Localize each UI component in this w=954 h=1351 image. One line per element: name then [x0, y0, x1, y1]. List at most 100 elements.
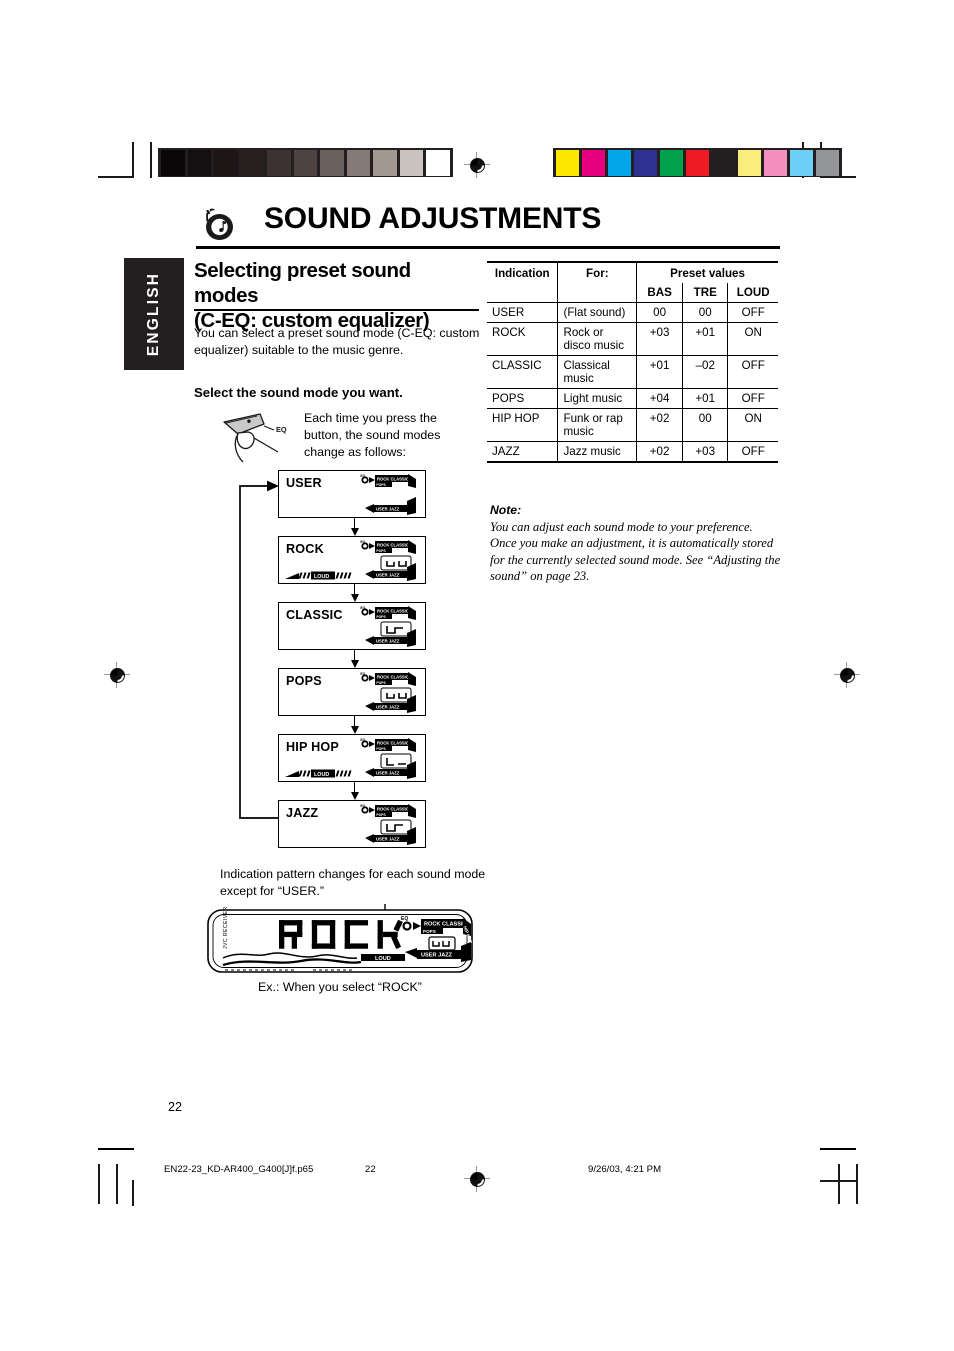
cell-for: Jazz music: [557, 441, 638, 463]
note-block: Note: You can adjust each sound mode to …: [490, 503, 782, 585]
cell-indication: CLASSIC: [487, 355, 559, 389]
mode-box-pops: POPS EQ ROCK CLASSIC POPS USER JAZZ: [278, 668, 426, 716]
footer-rule-left: [98, 1148, 134, 1150]
svg-text:USER JAZZ: USER JAZZ: [376, 506, 400, 511]
flow-arrow-down: [350, 782, 359, 800]
col-header-indication: Indication: [487, 261, 559, 303]
cell-bas: +02: [636, 408, 684, 442]
lcd-indicator-icon: EQ ROCK CLASSIC POPS USER JAZZ: [359, 738, 421, 780]
cell-loud: OFF: [727, 388, 778, 409]
chapter-header: SOUND ADJUSTMENTS: [196, 202, 780, 252]
table-header-row-top: Indication For: Preset values: [487, 261, 778, 303]
gray-swatch: [214, 149, 238, 176]
note-label: Note:: [490, 503, 522, 517]
gray-swatch: [426, 149, 450, 176]
svg-text:ROCK CLASSIC: ROCK CLASSIC: [377, 476, 409, 481]
registration-target-right: [834, 662, 860, 688]
svg-text:USER JAZZ: USER JAZZ: [421, 953, 453, 959]
table-row: CLASSIC Classical music +01 –02 OFF: [487, 355, 778, 389]
music-note-blob-icon: [196, 207, 236, 243]
mode-box-label: CLASSIC: [286, 608, 343, 622]
color-swatch: [608, 149, 631, 176]
cell-bas: +04: [636, 388, 684, 409]
cell-for: Light music: [557, 388, 638, 409]
cell-for: Classical music: [557, 355, 638, 389]
color-swatch: [712, 149, 735, 176]
svg-text:EQ: EQ: [401, 916, 408, 922]
mode-box-classic: CLASSIC EQ ROCK CLASSIC POPS USER JAZZ: [278, 602, 426, 650]
cell-tre: +01: [682, 322, 729, 356]
footer-page-number: 22: [365, 1164, 376, 1175]
lcd-indicator-icon: EQ ROCK CLASSIC POPS USER JAZZ: [359, 540, 421, 582]
cell-for: (Flat sound): [557, 302, 638, 323]
svg-text:USER JAZZ: USER JAZZ: [376, 770, 400, 775]
cell-indication: POPS: [487, 388, 559, 409]
cell-bas: +02: [636, 441, 684, 463]
page-title: SOUND ADJUSTMENTS: [264, 202, 602, 235]
gray-swatch: [267, 149, 291, 176]
gray-swatch: [161, 149, 185, 176]
flow-arrow-down: [350, 716, 359, 734]
footer-rule-right: [820, 1148, 856, 1150]
flow-arrow-down: [350, 650, 359, 668]
registration-target-top: [464, 152, 490, 178]
table-row: ROCK Rock or disco music +03 +01 ON: [487, 322, 778, 356]
page-number: 22: [168, 1100, 183, 1114]
gray-swatch: [346, 149, 370, 176]
svg-text:POPS: POPS: [376, 681, 386, 685]
gray-swatch: [320, 149, 344, 176]
svg-text:LOUD: LOUD: [314, 772, 329, 778]
lcd-indicator-icon: EQ ROCK CLASSIC POPS USER JAZZ: [359, 804, 421, 846]
cell-for: Funk or rap music: [557, 408, 638, 442]
svg-text:EQ: EQ: [276, 425, 287, 434]
indication-pattern-caption: Indication pattern changes for each soun…: [220, 867, 486, 898]
col-header-for: For:: [557, 261, 638, 303]
color-swatch: [556, 149, 579, 176]
color-calibration-bar: [553, 148, 842, 177]
color-swatch: [816, 149, 839, 176]
svg-text:ROCK CLASSIC: ROCK CLASSIC: [377, 740, 409, 745]
example-caption: Ex.: When you select “ROCK”: [258, 980, 422, 994]
svg-text:ROCK CLASSIC: ROCK CLASSIC: [377, 674, 409, 679]
svg-text:EQ: EQ: [360, 540, 365, 544]
grayscale-calibration-bar: [158, 148, 453, 177]
color-swatch: [764, 149, 787, 176]
loudness-indicator-icon: LOUD: [285, 765, 363, 778]
cell-loud: OFF: [727, 302, 778, 323]
section-divider: [194, 309, 479, 311]
svg-text:POPS: POPS: [376, 549, 386, 553]
cell-tre: +01: [682, 388, 729, 409]
lcd-indicator-icon: EQ ROCK CLASSIC POPS USER JAZZ: [359, 606, 421, 648]
svg-text:EQ: EQ: [360, 804, 365, 808]
mode-box-hip-hop: HIP HOP EQ ROCK CLASSIC POPS USER JAZZ L…: [278, 734, 426, 782]
cell-loud: OFF: [727, 355, 778, 389]
svg-text:ROCK CLASSIC: ROCK CLASSIC: [424, 922, 467, 928]
mode-box-label: POPS: [286, 674, 322, 688]
color-swatch: [660, 149, 683, 176]
cell-indication: USER: [487, 302, 559, 323]
finger-pressing-eq-button-icon: EQ: [216, 406, 298, 470]
loudness-indicator-icon: LOUD: [285, 567, 363, 580]
note-body: You can adjust each sound mode to your p…: [490, 520, 781, 584]
svg-text:USER JAZZ: USER JAZZ: [376, 572, 400, 577]
table-row: POPS Light music +04 +01 OFF: [487, 388, 778, 409]
mode-box-label: USER: [286, 476, 322, 490]
footer-file-name: EN22-23_KD-AR400_G400[J]f.p65: [164, 1164, 314, 1175]
svg-text:POPS: POPS: [376, 615, 386, 619]
cell-for: Rock or disco music: [557, 322, 638, 356]
svg-text:ROCK CLASSIC: ROCK CLASSIC: [377, 806, 409, 811]
section-title-line1: Selecting preset sound modes: [194, 259, 411, 307]
cell-tre: +03: [682, 441, 729, 463]
svg-text:USER JAZZ: USER JAZZ: [376, 638, 400, 643]
press-button-instruction: Each time you press the button, the soun…: [304, 411, 441, 459]
cell-indication: JAZZ: [487, 441, 559, 463]
gray-swatch: [373, 149, 397, 176]
mode-box-rock: ROCK EQ ROCK CLASSIC POPS USER JAZZ LOUD: [278, 536, 426, 584]
gray-swatch: [293, 149, 317, 176]
chapter-divider: [196, 246, 780, 249]
col-header-preset-values: Preset values: [636, 261, 778, 283]
sound-mode-flow-diagram: USER EQ ROCK CLASSIC POPS USER JAZZ ROCK…: [236, 470, 436, 850]
gray-swatch: [240, 149, 264, 176]
cell-indication: ROCK: [487, 322, 559, 356]
svg-text:EQ: EQ: [360, 738, 365, 742]
